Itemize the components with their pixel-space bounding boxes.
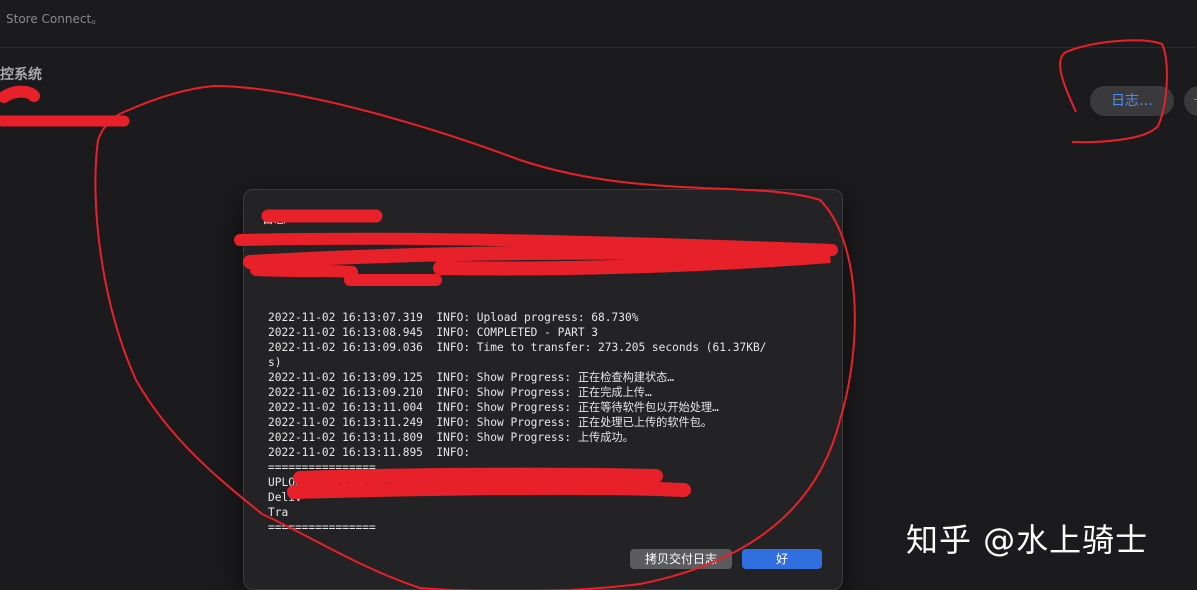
log-button[interactable]: 日志… — [1090, 86, 1174, 116]
log-line-13: 2022-11-02 16:13:11.249 INFO: Show Progr… — [268, 416, 713, 429]
log-line-6: 2022-11-02 16:13:07.319 INFO: Upload pro… — [268, 311, 639, 324]
ok-button[interactable]: 好 — [742, 549, 822, 569]
log-line-11: 2022-11-02 16:13:09.210 INFO: Show Progr… — [268, 386, 652, 399]
log-line-15: 2022-11-02 16:13:11.895 INFO: — [268, 446, 471, 459]
log-line-10: 2022-11-02 16:13:09.125 INFO: Show Progr… — [268, 371, 675, 384]
copy-delivery-log-button[interactable]: 拷贝交付日志 — [630, 549, 732, 569]
log-line-7: 2022-11-02 16:13:08.945 INFO: COMPLETED … — [268, 326, 599, 339]
log-text: 2022-11-02 16:13:07.319 INFO: Upload pro… — [268, 235, 828, 535]
log-line-9: s) — [268, 356, 282, 369]
screen: Store Connect。 控系统 日志… ＋ 日志 2022-11-02 1… — [0, 0, 1197, 590]
delivery-log-dialog: 日志 2022-11-02 16:13:07.319 INFO: Upload … — [243, 189, 843, 590]
log-line-20: ================ — [268, 521, 376, 534]
log-line-18: Deliv — [268, 491, 302, 504]
log-line-19: Tra — [268, 506, 289, 519]
log-line-14: 2022-11-02 16:13:11.809 INFO: Show Progr… — [268, 431, 634, 444]
log-line-8: 2022-11-02 16:13:09.036 INFO: Time to tr… — [268, 341, 767, 354]
top-divider — [0, 47, 1197, 48]
log-line-12: 2022-11-02 16:13:11.004 INFO: Show Progr… — [268, 401, 719, 414]
extra-button[interactable]: ＋ — [1184, 86, 1197, 116]
store-connect-notice: Store Connect。 — [6, 12, 104, 26]
redaction-mark-app-id — [0, 85, 40, 103]
log-line-1 — [268, 235, 828, 250]
log-line-2 — [268, 250, 828, 265]
log-line-16: ================ — [268, 461, 376, 474]
zhihu-watermark: 知乎 @水上骑士 — [906, 521, 1149, 559]
log-line-3 — [268, 265, 828, 280]
log-line-5 — [268, 295, 828, 310]
app-title: 控系统 — [0, 67, 42, 83]
log-line-17: UPLOAD SUCCEEDED — [268, 476, 376, 489]
log-line-4 — [268, 280, 828, 295]
dialog-title: 日志 — [262, 212, 287, 226]
